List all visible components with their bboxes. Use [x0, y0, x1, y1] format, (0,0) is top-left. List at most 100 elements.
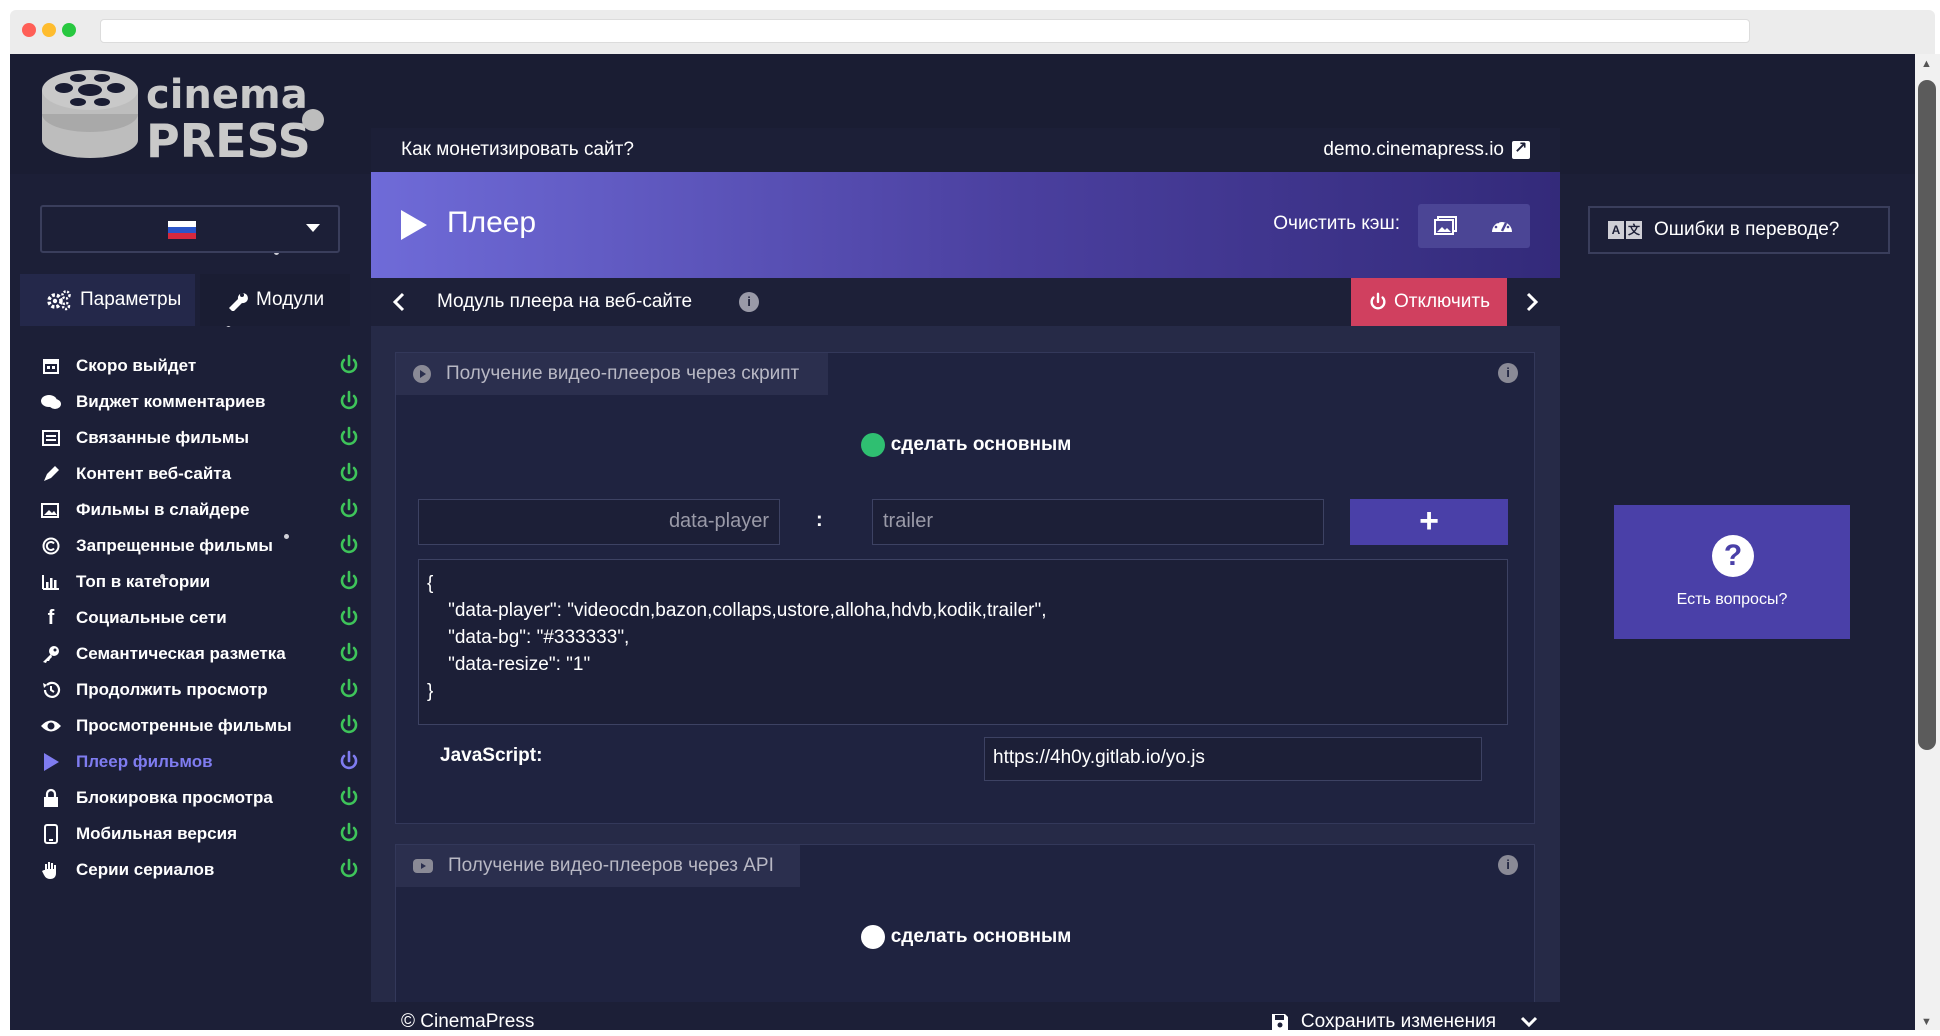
main-panel: Как монетизировать сайт? demo.cinemapres…: [371, 128, 1560, 1030]
sidebar-item-label: Фильмы в слайдере: [76, 500, 250, 519]
list-icon: [40, 427, 62, 449]
tab-modules[interactable]: Модули: [200, 274, 350, 326]
power-toggle-icon[interactable]: [338, 678, 360, 700]
clear-image-cache-button[interactable]: [1418, 204, 1474, 248]
clear-speed-cache-button[interactable]: [1474, 204, 1530, 248]
power-toggle-icon[interactable]: [338, 462, 360, 484]
chevron-right-icon[interactable]: [1524, 292, 1540, 312]
admin-app: cinema PRESS Параметры Модули Скоро выйд…: [10, 54, 1915, 1030]
status-dot: [302, 109, 324, 131]
radio-off-icon: [860, 925, 885, 949]
monetize-link[interactable]: Как монетизировать сайт?: [401, 139, 634, 161]
minimize-window-icon[interactable]: [42, 23, 56, 37]
power-toggle-icon[interactable]: [338, 534, 360, 556]
film-reel-logo-icon: [42, 70, 138, 158]
sidebar-item-series-episodes[interactable]: Серии сериалов: [40, 850, 360, 890]
module-content: Получение видео-плееров через скрипт i с…: [371, 326, 1560, 1002]
help-card[interactable]: ? Есть вопросы?: [1614, 505, 1850, 639]
card-title: Получение видео-плееров через API: [448, 855, 774, 876]
site-link-label: demo.cinemapress.io: [1323, 139, 1504, 160]
copyright-icon: [40, 535, 62, 557]
sidebar-item-top-in-category[interactable]: Топ в категории: [40, 562, 360, 602]
save-changes-button[interactable]: Сохранить изменения: [1271, 1011, 1496, 1030]
chevron-left-icon[interactable]: [391, 292, 407, 312]
scroll-up-icon[interactable]: ▲: [1921, 58, 1932, 70]
card-header: Получение видео-плееров через скрипт: [396, 353, 828, 395]
info-icon[interactable]: i: [1498, 855, 1518, 875]
sidebar-item-website-content[interactable]: Контент веб-сайта: [40, 454, 360, 494]
maximize-window-icon[interactable]: [62, 23, 76, 37]
api-player-card: Получение видео-плееров через API i сдел…: [395, 844, 1535, 1002]
logo-text-cinema: cinema: [146, 72, 308, 118]
power-toggle-icon[interactable]: [338, 426, 360, 448]
power-toggle-icon[interactable]: [338, 354, 360, 376]
sidebar-item-semantic-markup[interactable]: Семантическая разметка: [40, 634, 360, 674]
add-param-button[interactable]: +: [1350, 499, 1508, 545]
sidebar-item-label: Топ в категории: [76, 572, 211, 591]
param-value-input[interactable]: trailer: [872, 499, 1324, 545]
param-key-input[interactable]: data-player: [418, 499, 780, 545]
close-window-icon[interactable]: [22, 23, 36, 37]
sidebar-item-label: Серии сериалов: [76, 860, 215, 879]
sidebar-item-label: Плеер фильмов: [76, 752, 213, 771]
footer-bar: © CinemaPress Сохранить изменения: [371, 1002, 1560, 1030]
info-icon[interactable]: i: [1498, 363, 1518, 383]
json-config-textarea[interactable]: { "data-player": "videocdn,bazon,collaps…: [418, 559, 1508, 725]
sidebar-item-related-films[interactable]: Связанные фильмы: [40, 418, 360, 458]
address-bar[interactable]: [100, 19, 1750, 43]
make-primary-radio[interactable]: сделать основным: [396, 433, 1536, 457]
top-links-bar: Как монетизировать сайт? demo.cinemapres…: [371, 128, 1560, 172]
floppy-disk-icon: [1271, 1014, 1288, 1030]
sidebar-item-watched-films[interactable]: Просмотренные фильмы: [40, 706, 360, 746]
power-toggle-icon[interactable]: [338, 714, 360, 736]
sidebar-item-label: Мобильная версия: [76, 824, 238, 843]
power-toggle-icon[interactable]: [338, 498, 360, 520]
sidebar-item-label: Продолжить просмотр: [76, 680, 268, 699]
sidebar-item-label: Скоро выйдет: [76, 356, 197, 375]
sidebar-item-banned-films[interactable]: Запрещенные фильмы: [40, 526, 360, 566]
module-bar: Модуль плеера на веб-сайте i Отключить: [371, 278, 1560, 326]
logo-text-press: PRESS: [146, 114, 311, 168]
power-toggle-icon[interactable]: [338, 570, 360, 592]
cinemapress-logo[interactable]: cinema PRESS: [38, 62, 311, 172]
javascript-url-input[interactable]: https://4h0y.gitlab.io/yo.js: [984, 737, 1482, 781]
calendar-icon: [40, 355, 62, 377]
chevron-down-icon[interactable]: [1520, 1014, 1538, 1030]
translation-errors-button[interactable]: A文 Ошибки в переводе?: [1588, 206, 1890, 254]
power-toggle-icon[interactable]: [338, 642, 360, 664]
site-link[interactable]: demo.cinemapress.io: [1323, 138, 1530, 161]
sidebar-item-mobile-version[interactable]: Мобильная версия: [40, 814, 360, 854]
sidebar-item-continue-watching[interactable]: Продолжить просмотр: [40, 670, 360, 710]
disable-module-button[interactable]: Отключить: [1351, 278, 1507, 326]
sidebar-item-coming-soon[interactable]: Скоро выйдет: [40, 346, 360, 386]
sidebar-item-label: Социальные сети: [76, 608, 227, 627]
param-row: data-player : trailer +: [418, 499, 1514, 545]
sidebar-item-social-networks[interactable]: f Социальные сети: [40, 598, 360, 638]
images-icon: [1434, 216, 1457, 235]
help-label: Есть вопросы?: [1676, 591, 1788, 608]
ru-flag-icon: [168, 221, 196, 239]
sidebar-item-view-blocking[interactable]: Блокировка просмотра: [40, 778, 360, 818]
power-toggle-icon[interactable]: [338, 390, 360, 412]
sidebar-item-film-player[interactable]: Плеер фильмов: [40, 742, 360, 782]
play-circle-icon: [413, 365, 431, 383]
power-toggle-icon[interactable]: [338, 786, 360, 808]
info-icon[interactable]: i: [739, 292, 759, 312]
sidebar-item-label: Контент веб-сайта: [76, 464, 232, 483]
power-toggle-icon[interactable]: [338, 606, 360, 628]
sidebar-item-slider-films[interactable]: Фильмы в слайдере: [40, 490, 360, 530]
key-icon: [40, 643, 62, 665]
make-primary-radio[interactable]: сделать основным: [396, 925, 1536, 949]
radio-on-icon: [860, 433, 885, 457]
language-select[interactable]: [40, 205, 340, 253]
power-toggle-icon[interactable]: [338, 822, 360, 844]
scrollbar-thumb[interactable]: [1918, 80, 1936, 750]
sidebar-item-label: Просмотренные фильмы: [76, 716, 292, 735]
sidebar-item-comments-widget[interactable]: Виджет комментариев: [40, 382, 360, 422]
chevron-down-icon: [306, 224, 320, 232]
scroll-down-icon[interactable]: ▼: [1921, 1016, 1932, 1028]
tab-parameters[interactable]: Параметры: [20, 274, 195, 326]
power-toggle-icon[interactable]: [338, 858, 360, 880]
pen-icon: [40, 463, 62, 485]
power-toggle-icon[interactable]: [338, 750, 360, 772]
